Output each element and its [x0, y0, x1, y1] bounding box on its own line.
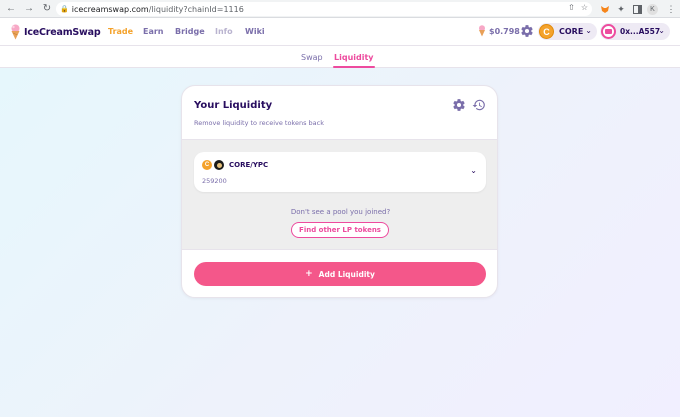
bookmark-star-icon[interactable]: ☆	[581, 3, 588, 12]
ice-cream-logo-icon	[11, 24, 20, 40]
wallet-button[interactable]: 0x...A557 ⌄	[600, 23, 670, 40]
forward-icon[interactable]: →	[22, 2, 36, 16]
nav-wiki[interactable]: Wiki	[245, 27, 265, 36]
nav-info[interactable]: Info	[215, 27, 233, 36]
app-header: IceCreamSwap Trade Earn Bridge Info Wiki…	[0, 18, 680, 46]
find-lp-tokens-button[interactable]: Find other LP tokens	[291, 222, 389, 238]
share-icon[interactable]: ⇧	[568, 3, 575, 12]
settings-gear-icon[interactable]	[452, 98, 466, 112]
nav-trade[interactable]: Trade	[108, 27, 133, 36]
tab-swap[interactable]: Swap	[301, 53, 323, 62]
chevron-down-icon: ⌄	[585, 26, 592, 35]
chevron-down-icon[interactable]: ⌄	[470, 166, 477, 175]
network-selector-button[interactable]: C CORE ⌄	[538, 23, 597, 40]
reload-icon[interactable]: ↻	[40, 2, 54, 16]
brand-name: IceCreamSwap	[24, 26, 101, 38]
browser-toolbar: ← → ↻ 🔒 icecreamswap.com/liquidity?chain…	[0, 0, 680, 18]
url-text: icecreamswap.com/liquidity?chainId=1116	[71, 4, 244, 14]
pool-amount: 259200	[202, 177, 227, 185]
metamask-extension-icon[interactable]	[598, 2, 612, 16]
logo[interactable]: IceCreamSwap	[10, 24, 101, 40]
tab-liquidity[interactable]: Liquidity	[333, 53, 375, 68]
card-title: Your Liquidity	[194, 100, 273, 111]
profile-avatar-icon[interactable]: K	[647, 4, 658, 15]
add-liquidity-label: Add Liquidity	[318, 269, 375, 279]
pool-row[interactable]: C CORE/YPC 259200 ⌄	[194, 152, 486, 192]
core-network-icon: C	[539, 24, 554, 39]
token-price[interactable]: $0.798	[478, 25, 520, 37]
core-token-icon: C	[202, 160, 212, 170]
wallet-icon	[601, 24, 616, 39]
nav-bridge[interactable]: Bridge	[175, 27, 205, 36]
network-name: CORE	[559, 27, 584, 36]
card-subtitle: Remove liquidity to receive tokens back	[194, 119, 324, 127]
lock-icon: 🔒	[60, 6, 69, 13]
ice-cream-price-icon	[479, 25, 485, 37]
address-bar[interactable]: 🔒 icecreamswap.com/liquidity?chainId=111…	[56, 2, 592, 16]
browser-menu-icon[interactable]: ⋮	[664, 2, 678, 16]
ypc-token-icon	[214, 160, 224, 170]
pools-section: C CORE/YPC 259200 ⌄ Don't see a pool you…	[182, 139, 497, 250]
pool-pair-name: CORE/YPC	[229, 161, 269, 169]
extensions-puzzle-icon[interactable]: ✦	[614, 2, 628, 16]
chevron-down-icon: ⌄	[658, 26, 665, 35]
add-liquidity-button[interactable]: + Add Liquidity	[194, 262, 486, 286]
plus-icon: +	[305, 269, 313, 279]
nav-earn[interactable]: Earn	[143, 27, 164, 36]
settings-gear-icon[interactable]	[520, 24, 534, 38]
history-icon[interactable]	[472, 98, 486, 112]
sub-navigation: Swap Liquidity	[0, 46, 680, 68]
wallet-address: 0x...A557	[620, 27, 661, 36]
back-icon[interactable]: ←	[4, 2, 18, 16]
side-panel-icon[interactable]	[630, 2, 644, 16]
pool-not-found-text: Don't see a pool you joined?	[290, 208, 391, 216]
token-price-value: $0.798	[489, 26, 520, 36]
liquidity-card: Your Liquidity Remove liquidity to recei…	[181, 85, 498, 298]
